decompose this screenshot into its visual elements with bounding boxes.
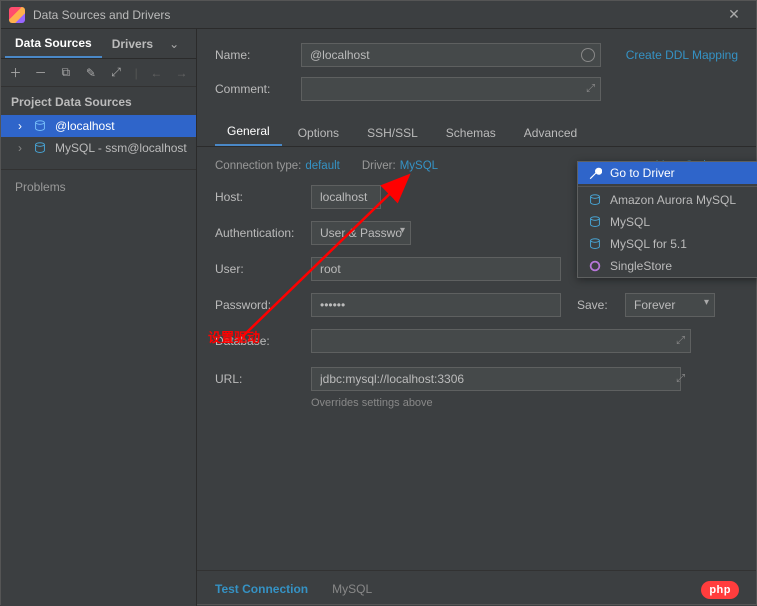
comment-label: Comment: <box>215 82 301 96</box>
status-icon <box>581 48 595 62</box>
dd-label: MySQL for 5.1 <box>610 237 687 251</box>
create-ddl-link[interactable]: Create DDL Mapping <box>626 48 738 62</box>
remove-icon[interactable]: － <box>34 66 47 80</box>
sidebar-toolbar: ＋ － ⧉ ✎ ⤢ | ← → <box>1 59 196 87</box>
overrides-note: Overrides settings above <box>311 397 738 409</box>
connection-type-link[interactable]: default <box>305 160 340 172</box>
dd-label: MySQL <box>610 215 650 229</box>
tab-schemas[interactable]: Schemas <box>434 120 508 146</box>
chevron-down-icon[interactable]: ⌄ <box>169 37 179 51</box>
problems-section[interactable]: Problems <box>1 169 196 204</box>
tab-drivers[interactable]: Drivers <box>102 31 163 57</box>
auth-label: Authentication: <box>215 226 311 240</box>
comment-input[interactable] <box>301 77 601 101</box>
form-top: Name: Create DDL Mapping Comment: ⤢ <box>197 29 756 119</box>
tab-advanced[interactable]: Advanced <box>512 120 589 146</box>
close-button[interactable]: ✕ <box>720 4 748 26</box>
user-label: User: <box>215 262 311 276</box>
connection-type-label: Connection type: <box>215 160 301 172</box>
save-label: Save: <box>577 298 625 312</box>
expand-icon[interactable]: ⤢ <box>676 373 685 386</box>
save-select[interactable] <box>625 293 715 317</box>
dd-label: Go to Driver <box>610 166 675 180</box>
window-title: Data Sources and Drivers <box>33 8 720 22</box>
password-input[interactable] <box>311 293 561 317</box>
tab-general[interactable]: General <box>215 118 282 146</box>
dd-amazon-aurora[interactable]: Amazon Aurora MySQL <box>578 189 757 211</box>
dd-singlestore[interactable]: SingleStore <box>578 255 757 277</box>
app-icon <box>9 7 25 23</box>
host-label: Host: <box>215 190 311 204</box>
annotation-text: 设置驱动 <box>208 327 260 346</box>
database-icon <box>588 215 602 229</box>
auth-select[interactable] <box>311 221 411 245</box>
edit-icon[interactable]: ✎ <box>84 66 97 80</box>
database-input[interactable] <box>311 329 691 353</box>
footer-driver: MySQL <box>332 582 372 596</box>
url-input[interactable] <box>311 367 681 391</box>
add-icon[interactable]: ＋ <box>9 66 22 80</box>
tree-label: @localhost <box>55 119 115 133</box>
user-input[interactable] <box>311 257 561 281</box>
chevron-right-icon: › <box>15 119 25 133</box>
database-icon <box>33 119 47 133</box>
dd-mysql[interactable]: MySQL <box>578 211 757 233</box>
database-icon <box>33 141 47 155</box>
dd-mysql51[interactable]: MySQL for 5.1 <box>578 233 757 255</box>
sidebar: Data Sources Drivers ⌄ ＋ － ⧉ ✎ ⤢ | ← → P… <box>1 29 197 606</box>
tree-item-localhost[interactable]: › @localhost <box>1 115 196 137</box>
dd-go-to-driver[interactable]: Go to Driver <box>578 162 757 184</box>
password-label: Password: <box>215 298 311 312</box>
chevron-right-icon: › <box>15 141 25 155</box>
expand-icon[interactable]: ⤢ <box>586 83 595 96</box>
tab-options[interactable]: Options <box>286 120 351 146</box>
sidebar-tabs: Data Sources Drivers ⌄ <box>1 29 196 59</box>
driver-label: Driver: <box>362 160 396 172</box>
back-icon[interactable]: ← <box>150 66 163 80</box>
driver-link[interactable]: MySQL <box>400 160 438 172</box>
separator <box>578 186 757 187</box>
host-input[interactable] <box>311 185 381 209</box>
database-icon <box>588 237 602 251</box>
separator: | <box>135 66 138 80</box>
titlebar: Data Sources and Drivers ✕ <box>1 1 756 29</box>
footer: Test Connection MySQL <box>197 570 756 606</box>
main-panel: Name: Create DDL Mapping Comment: ⤢ <box>197 29 756 606</box>
connection-area: Connection type: default Driver: MySQL M… <box>197 147 756 421</box>
main-tabs: General Options SSH/SSL Schemas Advanced <box>197 119 756 147</box>
name-input[interactable] <box>301 43 601 67</box>
database-icon <box>588 193 602 207</box>
tree-item-mysql-ssm[interactable]: › MySQL - ssm@localhost <box>1 137 196 159</box>
php-badge: php <box>701 581 739 599</box>
tab-ssh[interactable]: SSH/SSL <box>355 120 430 146</box>
wrench-icon <box>588 166 602 180</box>
dd-label: Amazon Aurora MySQL <box>610 193 736 207</box>
tree-label: MySQL - ssm@localhost <box>55 141 187 155</box>
tab-data-sources[interactable]: Data Sources <box>5 30 102 58</box>
url-label: URL: <box>215 372 311 386</box>
driver-dropdown: Go to Driver Amazon Aurora MySQL MySQL M… <box>577 161 757 278</box>
expand-icon[interactable]: ⤢ <box>110 66 123 80</box>
forward-icon[interactable]: → <box>175 66 188 80</box>
copy-icon[interactable]: ⧉ <box>59 66 72 80</box>
dd-label: SingleStore <box>610 259 672 273</box>
circle-icon <box>588 259 602 273</box>
section-title: Project Data Sources <box>1 87 196 115</box>
name-label: Name: <box>215 48 301 62</box>
expand-icon[interactable]: ⤢ <box>676 335 685 348</box>
test-connection-link[interactable]: Test Connection <box>215 582 308 596</box>
